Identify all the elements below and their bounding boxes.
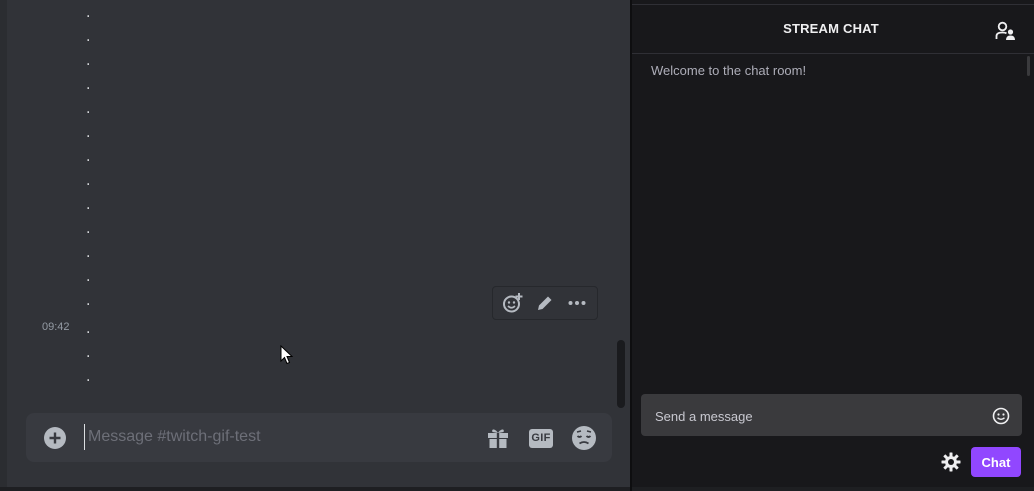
welcome-message: Welcome to the chat room! [651,63,807,78]
message-line: . [86,221,91,237]
add-circle-icon [44,427,66,449]
community-button[interactable] [994,19,1018,43]
message-line: . [86,5,91,21]
message-list: . . . . . . . . . . . . . . . . [0,0,600,400]
message-line: . [86,53,91,69]
settings-icon [941,452,961,472]
gift-icon [488,429,508,448]
more-actions-button[interactable] [564,290,590,316]
message-line: . [86,197,91,213]
chat-title: STREAM CHAT [783,21,879,36]
chat-input-container [641,394,1022,436]
twitch-chat-pane: STREAM CHAT Welcome to the chat room! Se… [632,0,1034,491]
emoji-icon [992,407,1010,425]
scrollbar-thumb[interactable] [617,340,625,408]
gif-button[interactable]: GIF [528,425,554,451]
chat-send-button[interactable]: Chat [971,447,1021,477]
chat-settings-button[interactable] [941,452,961,472]
more-icon [568,301,586,305]
message-actions-toolbar [492,286,598,320]
message-composer: GIF [26,413,612,462]
message-line: . [86,125,91,141]
message-line: . [86,369,91,385]
message-line: . [86,293,91,309]
gif-icon: GIF [529,428,553,448]
discord-chat-pane: . . . . . . . . . . . . . . . . 09:42 Me… [0,0,630,491]
message-line: . [86,29,91,45]
chat-header: STREAM CHAT [632,5,1034,54]
chat-scrollbar[interactable] [1026,56,1032,392]
message-line: . [86,149,91,165]
message-line: . [86,321,91,337]
chat-scrollbar-thumb[interactable] [1027,56,1030,76]
message-line: . [86,269,91,285]
edit-icon [538,296,552,310]
message-line: . [86,101,91,117]
community-users-icon [995,21,1015,40]
message-line: . [86,173,91,189]
add-reaction-icon [503,293,523,313]
add-reaction-button[interactable] [500,290,526,316]
message-timestamp: 09:42 [42,321,70,333]
upload-button[interactable] [43,426,67,450]
mouse-cursor-icon [280,345,294,365]
message-line: . [86,245,91,261]
message-line: . [86,77,91,93]
emoji-icon [572,426,596,450]
emoji-button[interactable] [571,425,597,451]
gift-button[interactable] [485,425,511,451]
emote-picker-button[interactable] [992,407,1010,425]
edit-message-button[interactable] [532,290,558,316]
twitch-bottom-edge [632,487,1034,491]
chat-message-input[interactable] [653,404,977,428]
message-line: . [86,345,91,361]
discord-bottom-edge [0,487,630,491]
message-input[interactable] [84,424,468,450]
